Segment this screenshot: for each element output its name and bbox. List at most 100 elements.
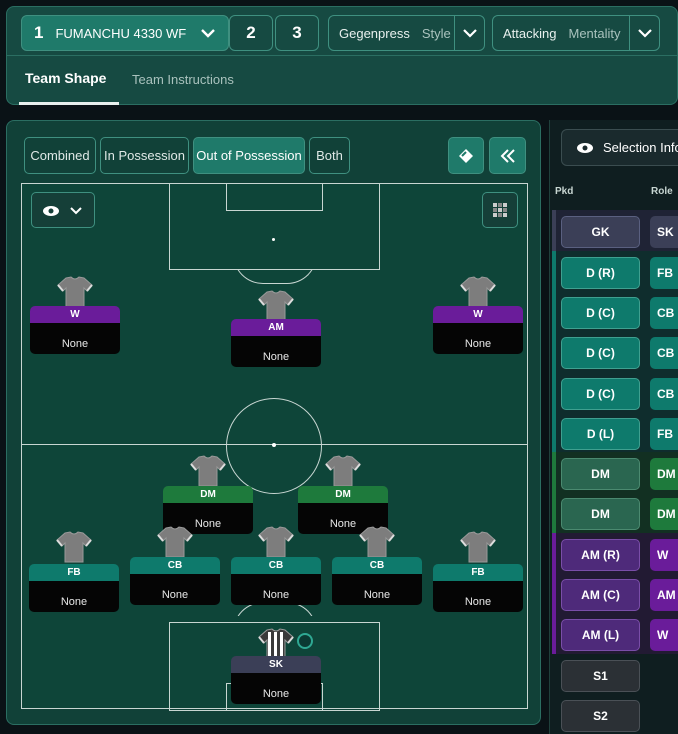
role-button[interactable]: SK	[650, 216, 678, 248]
player-shirt-icon	[325, 455, 361, 487]
player-shirt-icon	[56, 531, 92, 563]
player-shirt-icon	[258, 290, 294, 322]
player-name: None	[30, 323, 120, 354]
tab-team-shape[interactable]: Team Shape	[25, 70, 106, 86]
player-shirt-icon	[57, 276, 93, 308]
view-combined[interactable]: Combined	[24, 137, 96, 174]
selection-info-button[interactable]: Selection Info	[561, 129, 678, 166]
player-card[interactable]: FB None	[29, 564, 119, 612]
player-shirt-icon	[157, 526, 193, 558]
player-card[interactable]: W None	[433, 306, 523, 354]
player-name: None	[29, 581, 119, 612]
player-name: None	[231, 673, 321, 704]
position-button[interactable]: D (C)	[561, 337, 640, 369]
player-name: None	[332, 574, 422, 605]
player-role-label: FB	[433, 564, 523, 581]
tactics-header: 1 FUMANCHU 4330 WF 2 3 Gegenpress Style …	[6, 6, 678, 105]
position-button[interactable]: AM (L)	[561, 619, 640, 651]
player-card[interactable]: W None	[30, 306, 120, 354]
player-card[interactable]: FB None	[433, 564, 523, 612]
position-button[interactable]: GK	[561, 216, 640, 248]
player-card[interactable]: SK None	[231, 656, 321, 704]
chevron-down-icon[interactable]	[454, 16, 484, 50]
player-role-label: DM	[298, 486, 388, 503]
position-button[interactable]: AM (C)	[561, 579, 640, 611]
style-dropdown[interactable]: Gegenpress Style	[328, 15, 485, 51]
player-shirt-icon	[258, 526, 294, 558]
role-button[interactable]: DM	[650, 458, 678, 490]
transition-icon[interactable]	[448, 137, 484, 174]
player-name: None	[231, 336, 321, 367]
player-role-label: W	[30, 306, 120, 323]
goal-area-top	[226, 183, 323, 211]
position-button[interactable]: S1	[561, 660, 640, 692]
tactic-slot-2[interactable]: 2	[229, 15, 273, 51]
player-card[interactable]: CB None	[231, 557, 321, 605]
mentality-sub: Mentality	[568, 25, 621, 41]
position-button[interactable]: D (C)	[561, 297, 640, 329]
player-role-label: SK	[231, 656, 321, 673]
player-shirt-icon	[359, 526, 395, 558]
player-role-label: DM	[163, 486, 253, 503]
view-both[interactable]: Both	[309, 137, 350, 174]
grid-toggle-icon[interactable]	[482, 192, 518, 228]
player-shirt-icon	[460, 276, 496, 308]
position-button[interactable]: DM	[561, 498, 640, 530]
player-role-label: AM	[231, 319, 321, 336]
player-shirt-icon	[190, 455, 226, 487]
column-header-pkd: Pkd	[555, 186, 574, 197]
center-spot	[272, 443, 276, 447]
role-button[interactable]: CB	[650, 337, 678, 369]
view-in-possession[interactable]: In Possession	[100, 137, 189, 174]
chevron-down-icon	[70, 207, 82, 215]
mentality-label: Attacking	[503, 25, 557, 41]
player-role-label: FB	[29, 564, 119, 581]
position-button[interactable]: D (L)	[561, 418, 640, 450]
position-button[interactable]: DM	[561, 458, 640, 490]
active-tab-underline	[19, 102, 119, 105]
position-button[interactable]: D (R)	[561, 257, 640, 289]
chevron-down-icon[interactable]	[629, 16, 659, 50]
visibility-dropdown[interactable]	[31, 192, 95, 228]
pitch-panel: Combined In Possession Out of Possession…	[6, 120, 541, 725]
tab-team-instructions[interactable]: Team Instructions	[132, 72, 234, 87]
chevron-down-icon[interactable]	[188, 16, 228, 50]
role-button[interactable]: FB	[650, 257, 678, 289]
player-role-label: W	[433, 306, 523, 323]
collapse-panel-icon[interactable]	[489, 137, 526, 174]
mentality-dropdown[interactable]: Attacking Mentality	[492, 15, 660, 51]
player-shirt-icon	[460, 531, 496, 563]
player-role-label: CB	[332, 557, 422, 574]
player-role-label: CB	[231, 557, 321, 574]
column-header-role: Role	[651, 186, 673, 197]
role-button[interactable]: CB	[650, 378, 678, 410]
role-button[interactable]: AM	[650, 579, 678, 611]
player-card[interactable]: CB None	[332, 557, 422, 605]
player-name: None	[231, 574, 321, 605]
tactic-number: 1	[34, 23, 44, 42]
role-button[interactable]: CB	[650, 297, 678, 329]
view-out-of-possession[interactable]: Out of Possession	[193, 137, 305, 174]
tab-bar: Team Shape Team Instructions	[7, 55, 677, 105]
penalty-spot-top	[272, 238, 275, 241]
position-button[interactable]: AM (R)	[561, 539, 640, 571]
role-button[interactable]: W	[650, 539, 678, 571]
player-name: None	[130, 574, 220, 605]
style-label: Gegenpress	[339, 25, 410, 41]
pitch: W None AM None W None DM None DM None FB None CB None…	[21, 183, 528, 711]
tactic-selector[interactable]: 1 FUMANCHU 4330 WF	[21, 15, 229, 51]
style-sub: Style	[421, 25, 451, 41]
player-name: None	[433, 323, 523, 354]
player-role-label: CB	[130, 557, 220, 574]
position-button[interactable]: S2	[561, 700, 640, 732]
player-name: None	[433, 581, 523, 612]
role-button[interactable]: DM	[650, 498, 678, 530]
position-button[interactable]: D (C)	[561, 378, 640, 410]
role-button[interactable]: FB	[650, 418, 678, 450]
eye-icon	[577, 142, 593, 153]
player-card[interactable]: AM None	[231, 319, 321, 367]
role-button[interactable]: W	[650, 619, 678, 651]
selection-panel: Selection Info Pkd Role GK SK D (R) FB D (C)…	[549, 120, 678, 734]
tactic-slot-3[interactable]: 3	[275, 15, 319, 51]
player-card[interactable]: CB None	[130, 557, 220, 605]
